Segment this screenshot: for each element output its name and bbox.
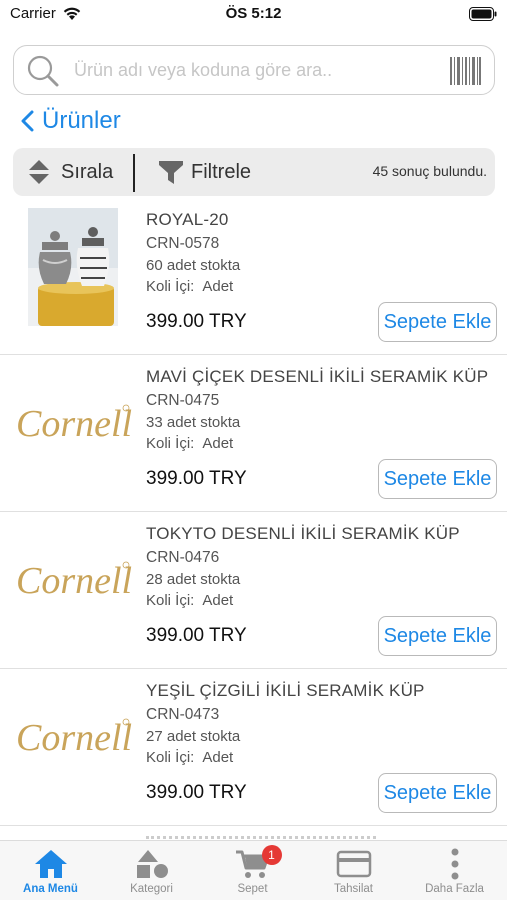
sort-button[interactable]: Sırala [27, 148, 113, 196]
toolbar-divider [133, 154, 135, 192]
product-pack: Koli İçi: Adet [146, 749, 497, 766]
add-to-cart-button[interactable]: Sepete Ekle [378, 773, 497, 813]
product-list[interactable]: ROYAL-20 CRN-0578 60 adet stokta Koli İç… [0, 198, 507, 840]
cart-badge: 1 [261, 845, 282, 865]
cornella-logo: Cornella [14, 365, 132, 483]
search-input[interactable] [74, 54, 444, 86]
sort-label: Sırala [61, 160, 114, 183]
product-info: MAVİ ÇİÇEK DESENLİ İKİLİ SERAMİK KÜP CRN… [146, 367, 497, 452]
tab-label: Daha Fazla [425, 883, 484, 895]
product-code: CRN-0473 [146, 706, 220, 723]
product-name: ROYAL-20 [146, 210, 229, 229]
list-item-partial [0, 826, 507, 840]
product-info: TOKYTO DESENLİ İKİLİ SERAMİK KÜP CRN-047… [146, 524, 497, 609]
tab-label: Sepet [237, 883, 268, 895]
product-pack: Koli İçi: Adet [146, 278, 497, 295]
battery-icon [469, 7, 497, 26]
tab-label: Tahsilat [334, 883, 373, 895]
more-icon [449, 847, 461, 881]
product-row[interactable]: Cornella TOKYTO DESENLİ İKİLİ SERAMİK KÜ… [0, 512, 507, 669]
product-stock: 33 adet stokta [146, 414, 241, 431]
search-bar [13, 45, 495, 95]
sort-icon [29, 160, 49, 184]
tab-sepet[interactable]: 1 Sepet [202, 841, 303, 900]
tab-ana-menu[interactable]: Ana Menü [0, 841, 101, 900]
tab-label: Ana Menü [23, 883, 78, 895]
product-image [14, 208, 132, 326]
barcode-scan-icon[interactable] [448, 55, 482, 92]
product-code: CRN-0476 [146, 549, 220, 566]
product-info: ROYAL-20 CRN-0578 60 adet stokta Koli İç… [146, 210, 497, 295]
status-bar: Carrier ÖS 5:12 [0, 0, 507, 30]
home-icon [33, 847, 69, 881]
tab-kategori[interactable]: Kategori [101, 841, 202, 900]
tab-bar: Ana Menü Kategori 1 Sepet Tahsilat Daha … [0, 840, 507, 900]
page-title: Ürünler [42, 107, 121, 134]
card-icon [336, 847, 372, 881]
product-name: MAVİ ÇİÇEK DESENLİ İKİLİ SERAMİK KÜP [146, 367, 489, 386]
product-name: YEŞİL ÇİZGİLİ İKİLİ SERAMİK KÜP [146, 681, 425, 700]
tab-label: Kategori [130, 883, 173, 895]
tab-tahsilat[interactable]: Tahsilat [303, 841, 404, 900]
product-price: 399.00 TRY [146, 468, 247, 489]
add-to-cart-button[interactable]: Sepete Ekle [378, 616, 497, 656]
product-code: CRN-0475 [146, 392, 220, 409]
shapes-icon [134, 847, 170, 881]
product-stock: 28 adet stokta [146, 571, 241, 588]
tab-daha-fazla[interactable]: Daha Fazla [404, 841, 505, 900]
logo-text: Cornella [16, 717, 132, 759]
product-name: TOKYTO DESENLİ İKİLİ SERAMİK KÜP [146, 524, 460, 543]
product-price: 399.00 TRY [146, 782, 247, 803]
add-to-cart-button[interactable]: Sepete Ekle [378, 459, 497, 499]
filter-button[interactable]: Filtrele [157, 148, 251, 196]
status-time: ÖS 5:12 [225, 5, 282, 22]
chevron-left-icon [21, 110, 34, 132]
cart-icon: 1 [234, 845, 282, 881]
product-stock: 27 adet stokta [146, 728, 241, 745]
pack-label: Koli İçi: [146, 278, 195, 295]
product-price: 399.00 TRY [146, 625, 247, 646]
product-row[interactable]: ROYAL-20 CRN-0578 60 adet stokta Koli İç… [0, 198, 507, 355]
pack-value: Adet [202, 592, 234, 609]
product-price: 399.00 TRY [146, 311, 247, 332]
cornella-logo: Cornella [14, 522, 132, 640]
result-count: 45 sonuç bulundu. [372, 163, 487, 179]
filter-icon [159, 161, 183, 184]
logo-text: Cornella [16, 403, 132, 445]
filter-label: Filtrele [191, 160, 252, 183]
product-row[interactable]: Cornella YEŞİL ÇİZGİLİ İKİLİ SERAMİK KÜP… [0, 669, 507, 826]
product-row[interactable]: Cornella MAVİ ÇİÇEK DESENLİ İKİLİ SERAMİ… [0, 355, 507, 512]
product-pack: Koli İçi: Adet [146, 592, 497, 609]
pack-label: Koli İçi: [146, 749, 195, 766]
pack-label: Koli İçi: [146, 435, 195, 452]
pack-value: Adet [202, 749, 234, 766]
logo-text: Cornella [16, 560, 132, 602]
pack-value: Adet [202, 435, 234, 452]
sort-filter-toolbar: Sırala Filtrele 45 sonuç bulundu. [13, 148, 495, 196]
pack-value: Adet [202, 278, 234, 295]
product-pack: Koli İçi: Adet [146, 435, 497, 452]
search-icon [26, 54, 60, 93]
product-code: CRN-0578 [146, 235, 220, 252]
pack-label: Koli İçi: [146, 592, 195, 609]
add-to-cart-button[interactable]: Sepete Ekle [378, 302, 497, 342]
back-button[interactable]: Ürünler [18, 106, 121, 136]
product-stock: 60 adet stokta [146, 257, 241, 274]
cornella-logo: Cornella [14, 679, 132, 797]
product-info: YEŞİL ÇİZGİLİ İKİLİ SERAMİK KÜP CRN-0473… [146, 681, 497, 766]
